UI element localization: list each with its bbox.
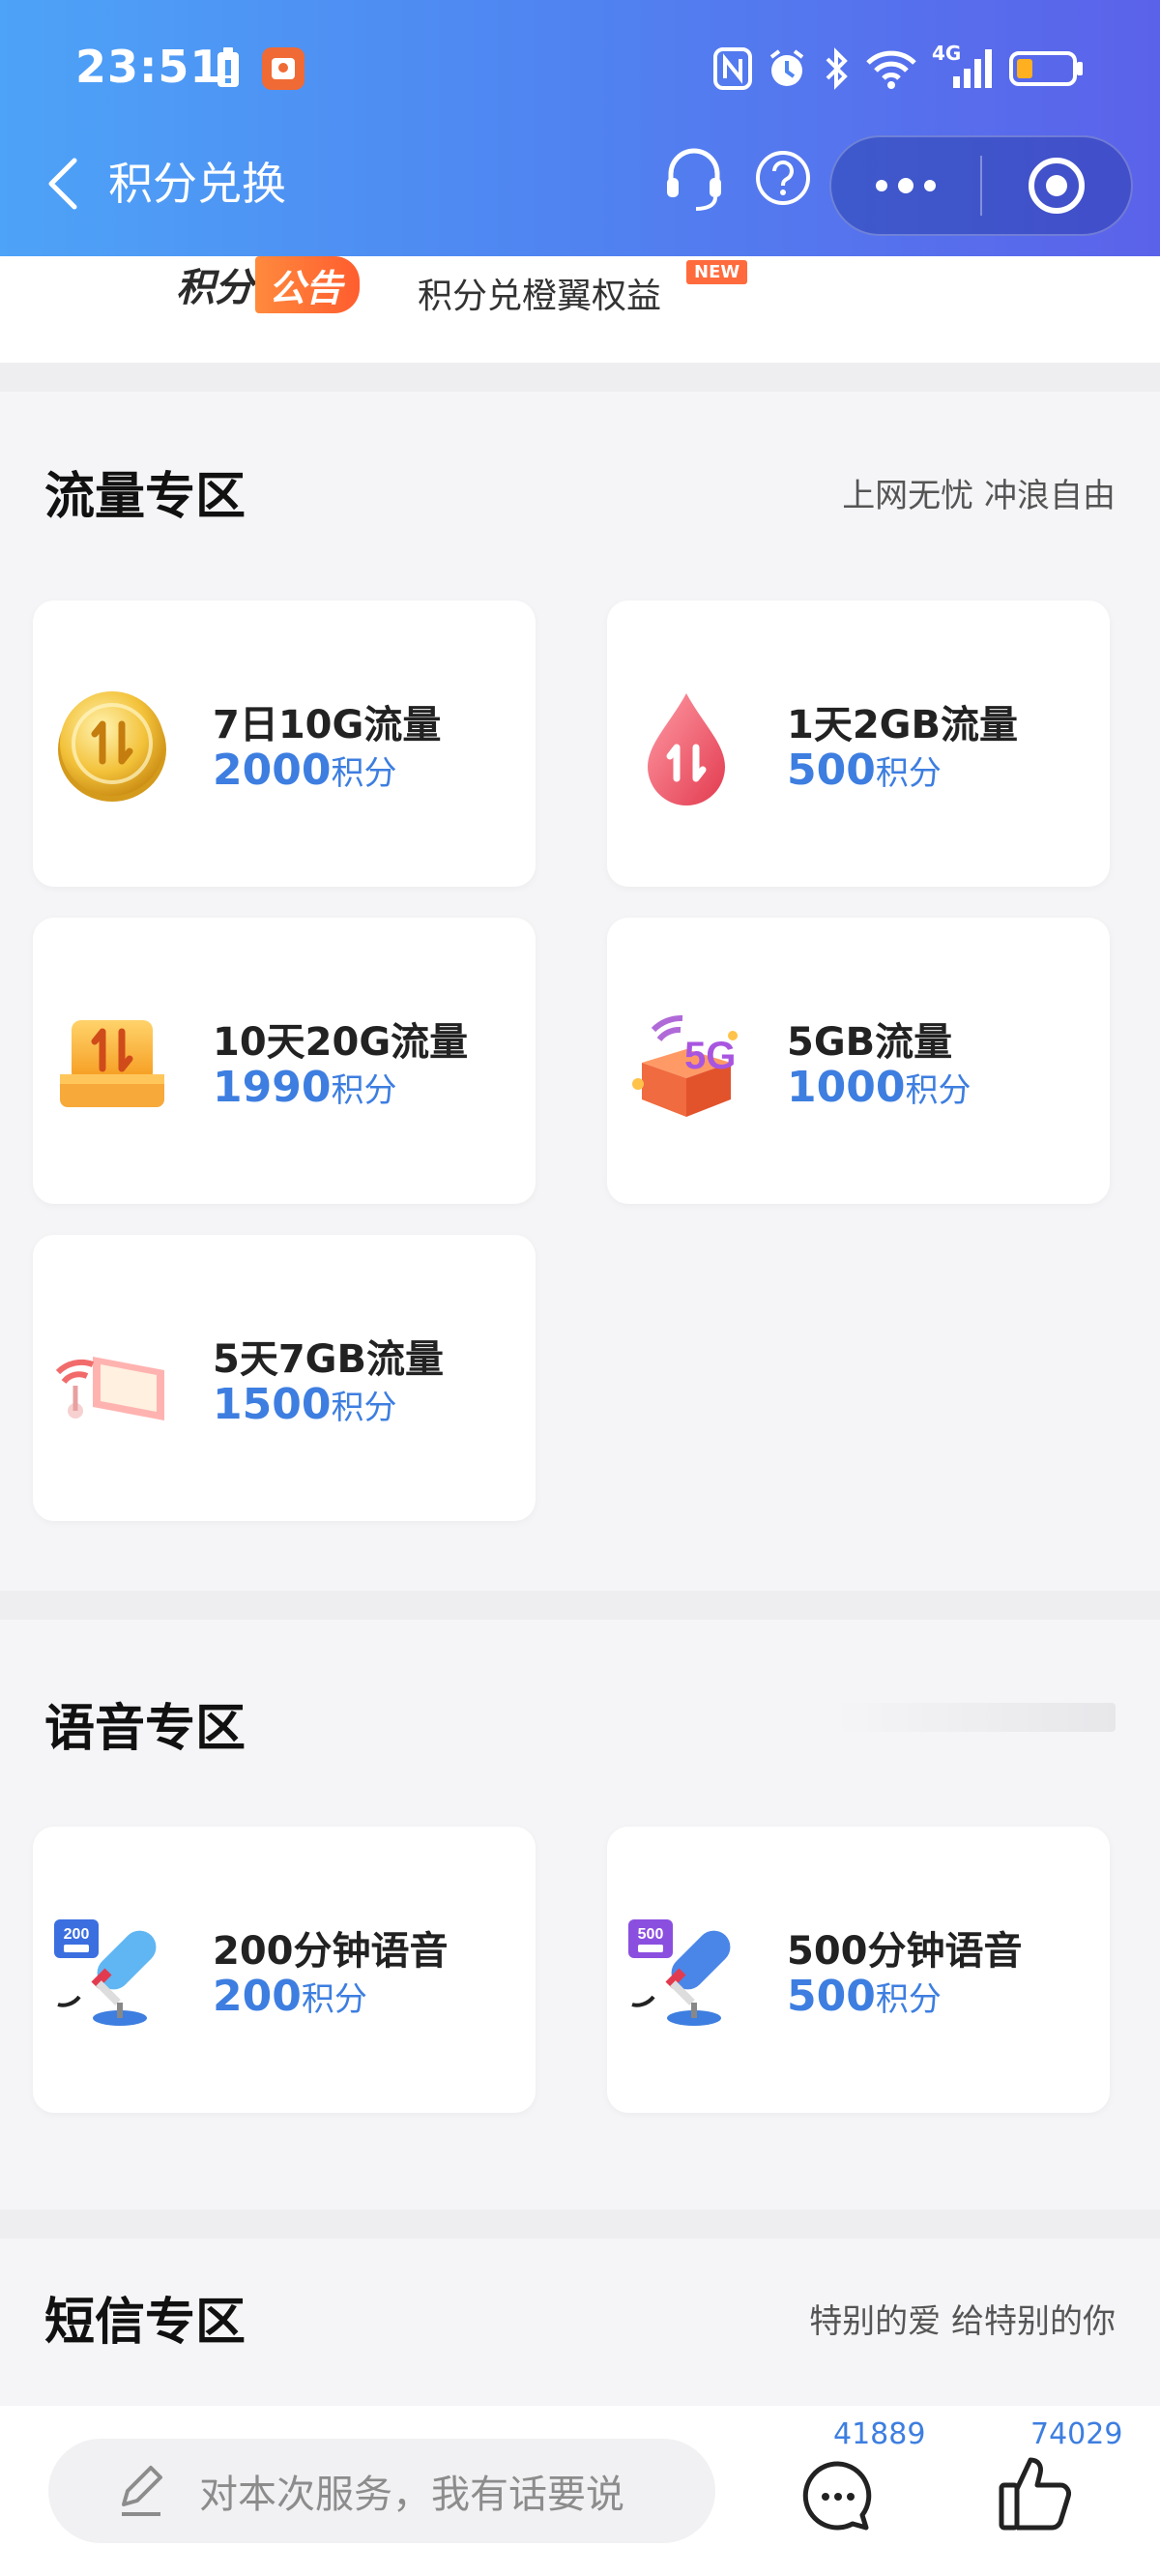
points-value: 1000 <box>787 1063 906 1112</box>
product-card[interactable]: 500 500分钟语音 500积分 <box>607 1827 1110 2113</box>
header: 23:51 4G 积分兑换 <box>0 0 1160 256</box>
bottom-bar: 对本次服务，我有话要说 41889 74029 <box>0 2406 1160 2576</box>
svg-text:5G: 5G <box>684 1035 736 1077</box>
comment-icon[interactable] <box>800 2458 876 2533</box>
points-unit: 积分 <box>331 1389 397 1427</box>
more-dots-icon <box>876 178 936 193</box>
app-notification-icon <box>262 47 304 90</box>
product-name: 5天7GB流量 <box>213 1337 444 1382</box>
red-drop-icon <box>648 693 725 805</box>
product-name: 7日10G流量 <box>213 703 442 747</box>
product-price: 1000积分 <box>787 1063 971 1112</box>
thumbs-up-icon[interactable] <box>998 2450 1075 2532</box>
product-price: 500积分 <box>787 746 942 795</box>
nav-bar: 积分兑换 <box>0 135 1160 236</box>
signal-card-icon <box>55 1357 164 1420</box>
orange-box-icon <box>60 1020 164 1107</box>
product-card[interactable]: 1天2GB流量 500积分 <box>607 600 1110 887</box>
minutes-badge: 200 <box>64 1926 90 1943</box>
section-divider <box>0 363 1160 392</box>
bluetooth-icon <box>826 47 848 90</box>
product-price: 2000积分 <box>213 746 396 795</box>
announcement-text[interactable]: 积分兑橙翼权益 <box>418 268 661 318</box>
traffic-section-subtitle: 上网无忧 冲浪自由 <box>842 477 1116 515</box>
section-divider <box>0 1591 1160 1620</box>
page-title: 积分兑换 <box>108 158 286 210</box>
points-value: 500 <box>787 1972 876 2021</box>
minutes-badge: 500 <box>638 1926 664 1943</box>
feedback-placeholder: 对本次服务，我有话要说 <box>199 2473 624 2517</box>
more-button[interactable] <box>831 137 980 234</box>
back-button[interactable] <box>39 155 87 213</box>
points-unit: 积分 <box>331 754 397 793</box>
5g-gift-icon: 5G <box>632 1014 738 1117</box>
battery-saver-icon <box>218 47 239 87</box>
points-unit: 积分 <box>331 1071 397 1110</box>
product-card[interactable]: 7日10G流量 2000积分 <box>33 600 536 887</box>
voice-section-subtitle-placeholder <box>835 1703 1116 1732</box>
new-tag: NEW <box>686 260 748 284</box>
target-close-icon <box>1028 158 1085 214</box>
sms-section-title: 短信专区 <box>44 2294 246 2352</box>
product-name: 200分钟语音 <box>213 1929 449 1974</box>
product-name: 10天20G流量 <box>213 1020 469 1065</box>
traffic-section-title: 流量专区 <box>44 468 246 526</box>
voice-section-title: 语音专区 <box>44 1700 246 1758</box>
points-unit: 积分 <box>875 1980 942 2019</box>
chevron-left-icon <box>48 158 77 210</box>
microphone-icon: 200 <box>54 1919 157 2026</box>
alarm-icon <box>769 49 804 86</box>
product-card[interactable]: 200 200分钟语音 200积分 <box>33 1827 536 2113</box>
gold-coin-icon <box>58 691 166 802</box>
points-value: 200 <box>213 1972 302 2021</box>
microphone-icon: 500 <box>628 1919 731 2026</box>
points-unit: 积分 <box>905 1071 972 1110</box>
announcement-badge: 积分 公告 <box>176 255 361 313</box>
status-icons: 4G <box>713 42 1085 93</box>
announcement-badge-left: 积分 <box>176 266 253 310</box>
points-value: 500 <box>787 746 876 795</box>
feedback-input[interactable]: 对本次服务，我有话要说 <box>48 2439 715 2543</box>
announcement-bar[interactable]: 积分 公告 积分兑橙翼权益 NEW <box>0 255 1160 363</box>
sms-section-subtitle: 特别的爱 给特别的你 <box>809 2302 1116 2341</box>
product-name: 5GB流量 <box>787 1020 953 1065</box>
points-value: 1500 <box>213 1380 332 1429</box>
sms-section: 短信专区 特别的爱 给特别的你 <box>0 2239 1160 2406</box>
voice-section: 语音专区 200 200分钟语音 200积分 500 500分钟语音 500积分 <box>0 1620 1160 2210</box>
announcement-badge-right: 公告 <box>255 255 361 313</box>
cellular-signal-icon: 4G <box>932 42 996 90</box>
product-price: 200积分 <box>213 1972 367 2021</box>
points-value: 1990 <box>213 1063 332 1112</box>
points-unit: 积分 <box>301 1980 367 2019</box>
points-unit: 积分 <box>875 754 942 793</box>
product-card[interactable]: 10天20G流量 1990积分 <box>33 918 536 1204</box>
section-divider <box>0 2210 1160 2239</box>
status-bar: 23:51 4G <box>0 0 1160 145</box>
pen-icon <box>122 2466 162 2516</box>
close-miniapp-button[interactable] <box>982 137 1131 234</box>
product-name: 500分钟语音 <box>787 1929 1023 1974</box>
headset-icon[interactable] <box>661 145 727 215</box>
help-icon[interactable] <box>754 149 812 207</box>
product-price: 1500积分 <box>213 1380 396 1429</box>
like-count: 74029 <box>1030 2417 1123 2451</box>
product-price: 500积分 <box>787 1972 942 2021</box>
nfc-icon <box>713 47 752 90</box>
comment-count: 41889 <box>833 2417 926 2451</box>
product-price: 1990积分 <box>213 1063 396 1112</box>
traffic-section: 流量专区 上网无忧 冲浪自由 7日10G流量 2000积分 1天2GB流量 50… <box>0 392 1160 1591</box>
wifi-icon <box>866 50 916 89</box>
product-name: 1天2GB流量 <box>787 703 1018 747</box>
battery-icon <box>1009 51 1083 86</box>
product-card[interactable]: 5G 5GB流量 1000积分 <box>607 918 1110 1204</box>
status-time: 23:51 <box>75 41 222 93</box>
points-value: 2000 <box>213 746 332 795</box>
miniapp-capsule <box>829 135 1133 236</box>
product-card[interactable]: 5天7GB流量 1500积分 <box>33 1235 536 1521</box>
